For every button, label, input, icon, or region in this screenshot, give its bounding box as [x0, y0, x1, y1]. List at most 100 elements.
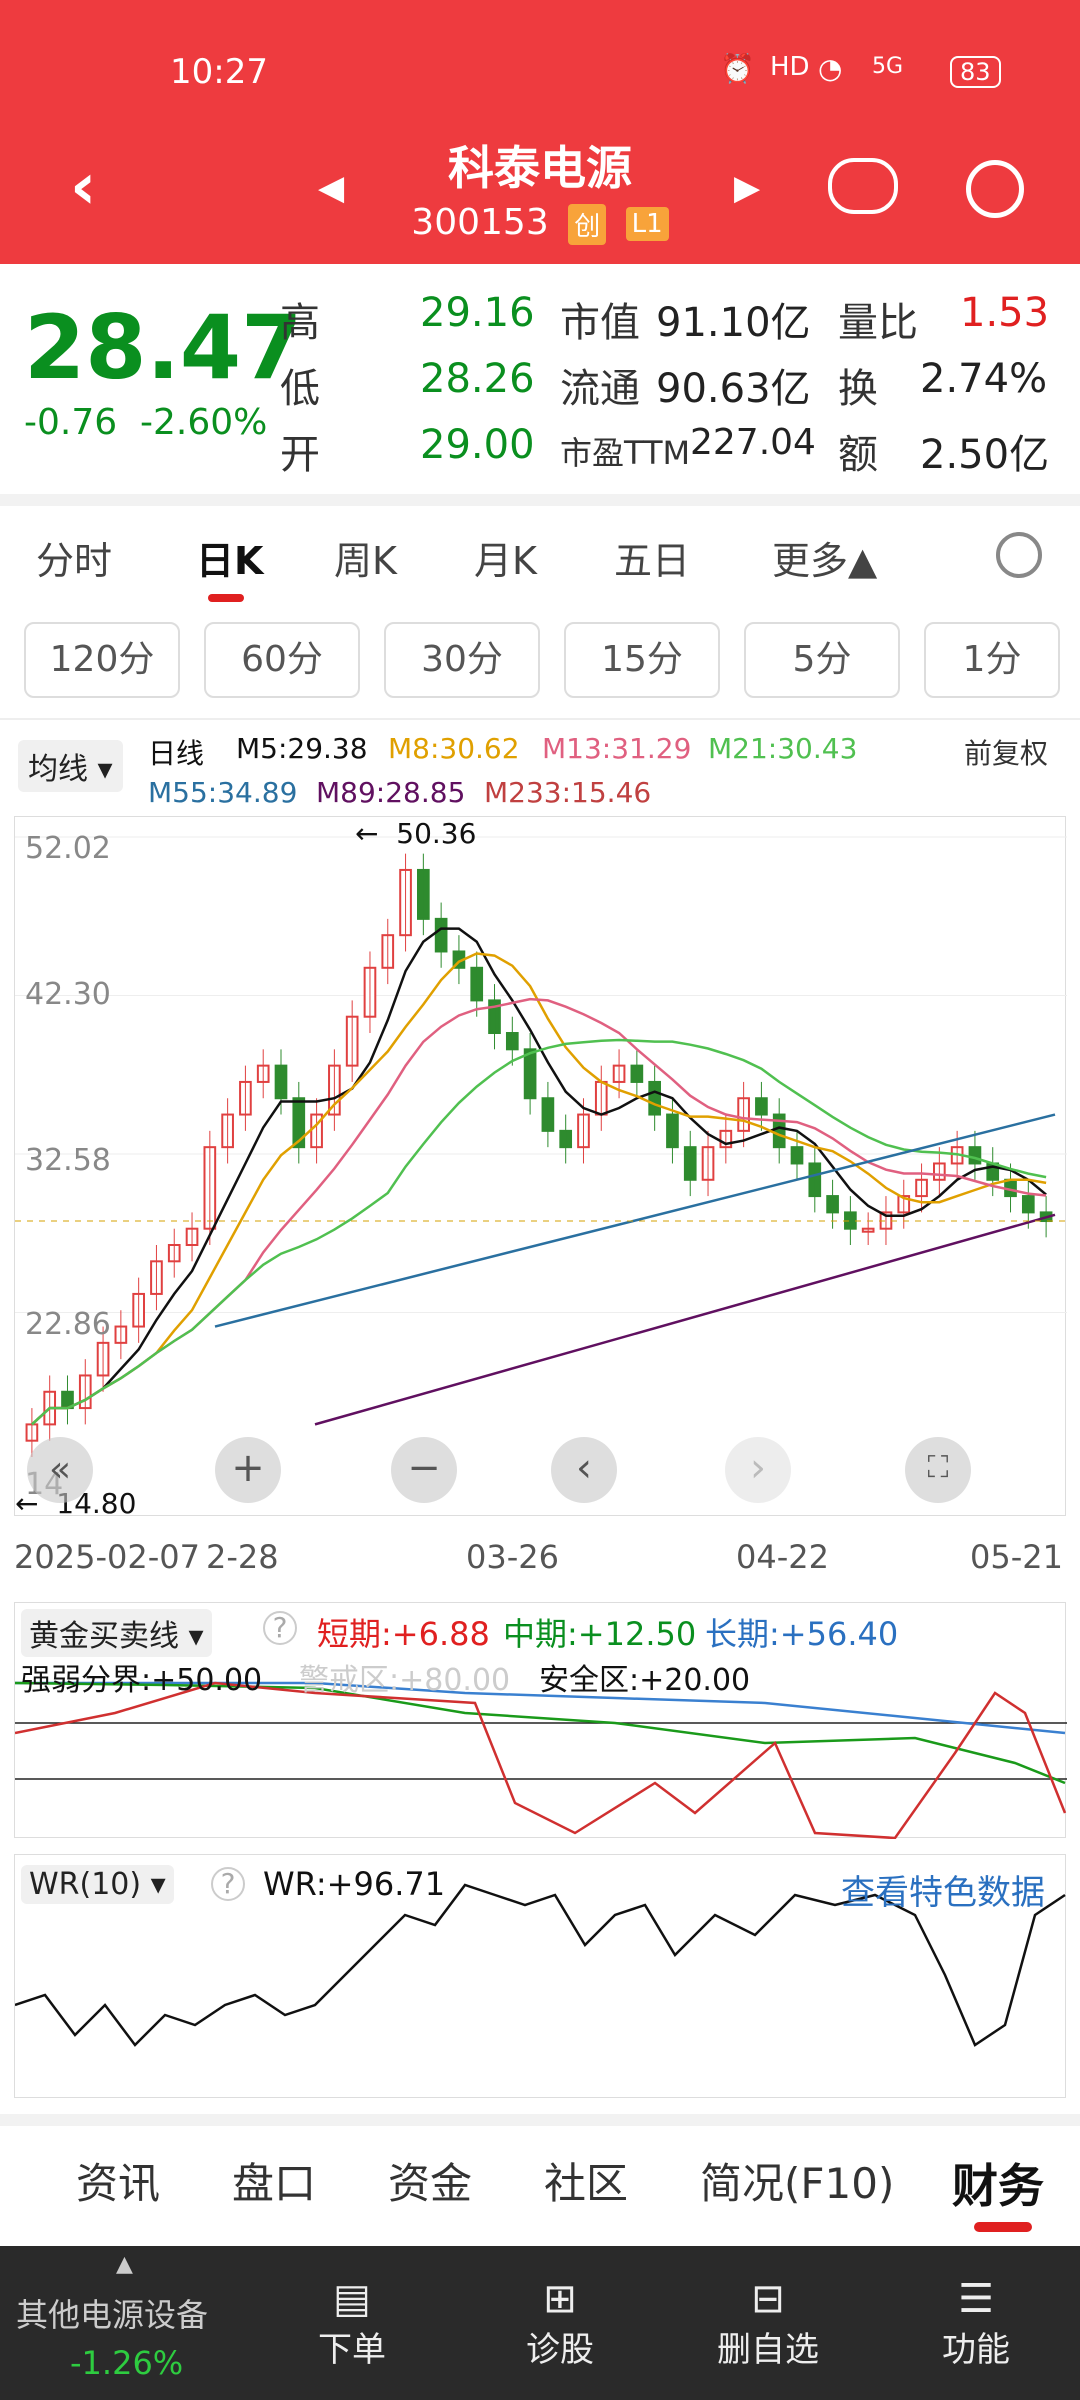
tab-profile[interactable]: 简况(F10): [700, 2150, 894, 2211]
tab-daily-k[interactable]: 日K: [196, 530, 263, 585]
x-tick-1: 2-28: [206, 1538, 279, 1576]
pe-label: 市盈TTM: [560, 434, 691, 472]
order-icon: ▤: [333, 2276, 371, 2322]
period-1m[interactable]: 1分: [924, 622, 1060, 698]
high-value: 29.16: [420, 290, 535, 336]
y-tick-0: 52.02: [25, 831, 111, 866]
fullscreen-icon[interactable]: ⛶: [905, 1437, 971, 1503]
tab-weekly-k[interactable]: 周K: [334, 530, 397, 585]
stock-code-line: 300153 创 L1: [0, 202, 1080, 245]
tab-orderbook[interactable]: 盘口: [232, 2150, 316, 2211]
tab-finance[interactable]: 财务: [952, 2150, 1044, 2216]
scroll-right-icon[interactable]: ›: [725, 1437, 791, 1503]
battery-indicator: 83: [950, 56, 1001, 88]
ma-selector[interactable]: 均线 ▾: [18, 740, 123, 792]
tool-remove-watch[interactable]: ⊟ 删自选: [688, 2276, 848, 2371]
wifi-icon: ◔: [818, 52, 843, 85]
gold-safe: 安全区:+20.00: [539, 1663, 751, 1698]
period-15m[interactable]: 15分: [564, 622, 720, 698]
ma-m8: M8:30.62: [388, 732, 520, 765]
wr-panel[interactable]: WR(10) ▾ ? WR:+96.71 查看特色数据: [14, 1854, 1066, 2098]
period-5m[interactable]: 5分: [744, 622, 900, 698]
price-change: -0.76: [24, 402, 118, 443]
period-60m[interactable]: 60分: [204, 622, 360, 698]
level-tag: L1: [625, 207, 669, 241]
ma-line-m21: [31, 1038, 1047, 1426]
y-tick-2: 32.58: [25, 1143, 111, 1178]
mcap-label: 市值: [560, 300, 640, 346]
search-icon[interactable]: [966, 160, 1024, 218]
expand-up-icon[interactable]: ▲: [116, 2252, 133, 2277]
ma-line-m89: [314, 1213, 1056, 1426]
period-30m[interactable]: 30分: [384, 622, 540, 698]
max-marker-value: 50.36: [396, 817, 477, 850]
header-bar: 10:27 ⏰ HD ◔ 5G 83 ‹ ◀ 科泰电源 300153 创 L1 …: [0, 0, 1080, 264]
turn-value: 2.74%: [920, 356, 1048, 402]
tab-news[interactable]: 资讯: [76, 2150, 160, 2211]
board-tag: 创: [568, 203, 607, 245]
wr-help-icon[interactable]: ?: [211, 1867, 245, 1901]
sector-name[interactable]: 其他电源设备: [16, 2290, 208, 2336]
tab-community[interactable]: 社区: [544, 2150, 628, 2211]
price-change-pct: -2.60%: [140, 402, 268, 443]
float-value: 90.63亿: [656, 366, 811, 412]
amt-value: 2.50亿: [920, 432, 1050, 478]
pe-value: 227.04: [690, 422, 816, 463]
zoom-in-icon[interactable]: +: [215, 1437, 281, 1503]
x-tick-2: 03-26: [466, 1538, 559, 1576]
high-label: 高: [280, 300, 320, 346]
stock-code: 300153: [411, 202, 549, 243]
turn-label: 换: [838, 366, 878, 412]
help-icon[interactable]: ?: [263, 1611, 297, 1645]
section-divider: [0, 494, 1080, 506]
ma-m21: M21:30.43: [708, 732, 858, 765]
tool-order[interactable]: ▤ 下单: [272, 2276, 432, 2371]
gold-mid: 中期:+12.50: [503, 1615, 697, 1653]
scroll-left-icon[interactable]: ‹: [551, 1437, 617, 1503]
kline-chart[interactable]: [15, 817, 1067, 1517]
tab-funds[interactable]: 资金: [388, 2150, 472, 2211]
x-tick-4: 05-21: [970, 1538, 1063, 1576]
tool-diagnose[interactable]: ⊞ 诊股: [480, 2276, 640, 2371]
open-value: 29.00: [420, 422, 535, 468]
gold-short-line: [14, 1681, 1067, 1840]
wr-feature-link[interactable]: 查看特色数据: [841, 1865, 1045, 1914]
amt-label: 额: [838, 432, 878, 478]
hd-icon: HD: [770, 52, 810, 82]
tab-active-indicator: [208, 594, 244, 602]
remove-watch-icon: ⊟: [751, 2276, 785, 2322]
tool-functions-label: 功能: [942, 2330, 1010, 2370]
next-stock-icon[interactable]: ▶: [734, 168, 760, 208]
low-label: 低: [280, 366, 320, 412]
tab-fenshi[interactable]: 分时: [36, 530, 112, 585]
gold-line-panel[interactable]: 黄金买卖线 ▾ ? 短期:+6.88 中期:+12.50 长期:+56.40 强…: [14, 1602, 1067, 1840]
ma-m55: M55:34.89: [148, 776, 298, 809]
sector-change: -1.26%: [70, 2344, 184, 2382]
bottom-toolbar: ▲ 其他电源设备 -1.26% ▤ 下单 ⊞ 诊股 ⊟ 删自选 ☰ 功能: [0, 2246, 1080, 2400]
stock-name: 科泰电源: [448, 141, 632, 195]
adj-mode[interactable]: 前复权: [964, 732, 1048, 772]
tool-functions[interactable]: ☰ 功能: [896, 2276, 1056, 2371]
ma-m233: M233:15.46: [484, 776, 652, 809]
y-tick-3: 22.86: [25, 1307, 111, 1342]
ma-m89: M89:28.85: [316, 776, 466, 809]
tab-more[interactable]: 更多▲: [772, 530, 877, 585]
low-value: 28.26: [420, 356, 535, 402]
wr-selector[interactable]: WR(10) ▾: [21, 1865, 174, 1904]
period-120m[interactable]: 120分: [24, 622, 180, 698]
ma-m5: M5:29.38: [236, 732, 368, 765]
kline-chart-panel[interactable]: 52.02 42.30 32.58 22.86 14 ← 50.36 ← 14.…: [14, 816, 1067, 1520]
gold-long: 长期:+56.40: [705, 1615, 899, 1653]
tab-five-day[interactable]: 五日: [614, 530, 690, 585]
vr-value: 1.53: [960, 290, 1050, 336]
rewind-icon[interactable]: «: [27, 1437, 93, 1503]
gold-short: 短期:+6.88: [317, 1615, 490, 1653]
gold-selector[interactable]: 黄金买卖线 ▾: [21, 1609, 212, 1657]
network-label: 5G: [872, 54, 904, 79]
settings-hex-icon[interactable]: [996, 532, 1042, 578]
assistant-icon[interactable]: [828, 158, 898, 214]
ma-line-m8: [31, 952, 1047, 1426]
zoom-out-icon[interactable]: −: [391, 1437, 457, 1503]
last-price: 28.47: [24, 296, 303, 399]
tab-monthly-k[interactable]: 月K: [474, 530, 537, 585]
